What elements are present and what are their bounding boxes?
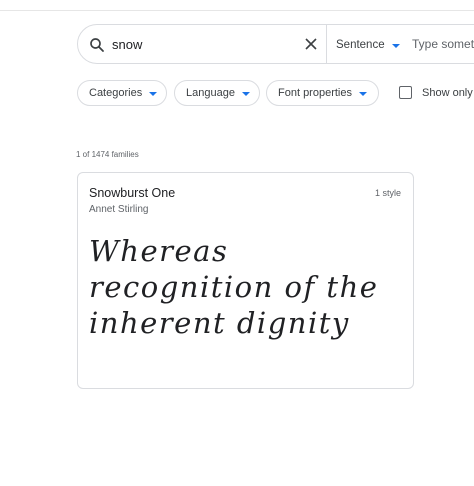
font-designer: Annet Stirling — [89, 204, 149, 215]
language-filter-label: Language — [186, 87, 235, 99]
chevron-down-icon — [241, 91, 250, 96]
preview-text-input[interactable] — [412, 34, 474, 54]
font-family-name: Snowburst One — [89, 186, 176, 200]
font-style-count: 1 style — [374, 188, 401, 198]
font-properties-filter-label: Font properties — [278, 87, 352, 99]
categories-filter-button[interactable]: Categories — [77, 80, 167, 106]
show-only-label: Show only — [422, 86, 473, 99]
clear-icon[interactable] — [304, 37, 318, 51]
font-properties-filter-button[interactable]: Font properties — [266, 80, 379, 106]
categories-filter-label: Categories — [89, 87, 143, 99]
preview-mode-label: Sentence — [336, 39, 385, 51]
preview-mode-select[interactable]: Sentence — [336, 36, 400, 54]
chevron-down-icon — [391, 43, 400, 48]
font-family-card[interactable]: Snowburst One Annet Stirling 1 style Whe… — [77, 172, 414, 389]
search-icon[interactable] — [88, 36, 106, 54]
show-only-checkbox[interactable] — [399, 86, 412, 99]
search-bar: Sentence — [77, 24, 474, 64]
top-divider — [0, 10, 474, 11]
font-sample-text: Whereas recognition of the inherent dign… — [89, 234, 379, 340]
show-only-toggle: Show only — [399, 86, 473, 99]
chevron-down-icon — [358, 91, 367, 96]
search-input[interactable] — [112, 34, 292, 54]
search-divider — [326, 25, 327, 63]
result-count: 1 of 1474 families — [76, 150, 139, 159]
language-filter-button[interactable]: Language — [174, 80, 260, 106]
chevron-down-icon — [149, 91, 158, 96]
